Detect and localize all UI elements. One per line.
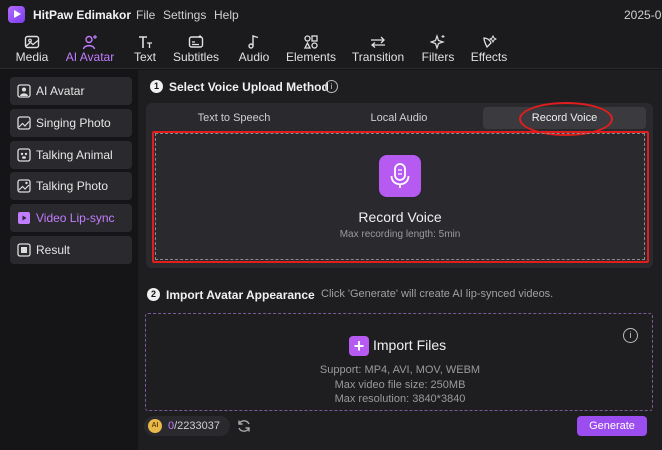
info-icon[interactable]: i (325, 80, 338, 93)
tool-ai-avatar-label: AI Avatar (65, 50, 115, 64)
info-icon[interactable]: i (623, 328, 638, 343)
generate-button[interactable]: Generate (577, 416, 647, 436)
tool-effects[interactable]: Effects (468, 30, 510, 68)
date-display: 2025-0 (624, 8, 662, 22)
plus-icon[interactable]: + (349, 336, 369, 356)
tool-elements[interactable]: Elements (284, 30, 338, 68)
microphone-button[interactable] (379, 155, 421, 197)
sidebar-item-talking-photo[interactable]: Talking Photo (10, 172, 132, 200)
sidebar-item-label: Talking Photo (36, 179, 109, 193)
import-files-button[interactable]: Import Files (373, 337, 446, 353)
step-1-number: 1 (150, 80, 163, 93)
sidebar-item-talking-animal[interactable]: Talking Animal (10, 141, 132, 169)
record-voice-limit: Max recording length: 5min (339, 229, 461, 240)
tab-local-audio[interactable]: Local Audio (321, 107, 477, 129)
image-icon (24, 34, 40, 50)
sidebar-item-label: AI Avatar (36, 84, 85, 98)
tool-audio[interactable]: Audio (234, 30, 274, 68)
coin-icon: AI (148, 419, 162, 433)
record-voice-title: Record Voice (358, 209, 442, 225)
sidebar-item-label: Talking Animal (36, 148, 113, 162)
tool-subtitles[interactable]: Subtitles (169, 30, 223, 68)
credits-count: 0/2233037 (168, 420, 220, 432)
avatar-icon (17, 84, 31, 98)
tool-text-label: Text (133, 50, 156, 64)
import-spec-resolution: Max resolution: 3840*3840 (334, 393, 466, 405)
tab-text-to-speech[interactable]: Text to Speech (156, 107, 312, 129)
animal-icon (17, 148, 31, 162)
sidebar-item-result[interactable]: Result (10, 236, 132, 264)
photo-icon (17, 116, 31, 130)
shapes-icon (303, 34, 319, 50)
sidebar-item-label: Result (36, 243, 71, 257)
step-2-number: 2 (147, 288, 160, 301)
tool-subtitles-label: Subtitles (172, 50, 220, 64)
subtitles-icon (188, 34, 204, 50)
microphone-icon (390, 163, 410, 188)
tool-transition-label: Transition (351, 50, 405, 64)
app-title: HitPaw Edimakor (33, 8, 132, 22)
tool-media-label: Media (15, 50, 49, 64)
video-icon (17, 211, 31, 225)
person-sparkle-icon (82, 34, 98, 50)
menu-file[interactable]: File (136, 8, 155, 22)
tool-audio-label: Audio (238, 50, 270, 64)
import-spec-formats: Support: MP4, AVI, MOV, WEBM (319, 364, 481, 376)
import-spec-size: Max video file size: 250MB (334, 379, 466, 391)
sparkles-icon (429, 34, 446, 50)
wand-icon (481, 34, 498, 50)
tool-transition[interactable]: Transition (349, 30, 407, 68)
menu-settings[interactable]: Settings (163, 8, 206, 22)
tool-filters[interactable]: Filters (418, 30, 458, 68)
sidebar-item-video-lip-sync[interactable]: Video Lip-sync (10, 204, 132, 232)
tool-effects-label: Effects (470, 50, 508, 64)
credits-total: /2233037 (174, 420, 221, 432)
tool-ai-avatar[interactable]: AI Avatar (60, 30, 120, 68)
music-note-icon (246, 34, 262, 50)
tool-filters-label: Filters (421, 50, 455, 64)
step-1-title: Select Voice Upload Method (169, 80, 329, 94)
generate-hint: Click 'Generate' will create AI lip-sync… (321, 288, 554, 300)
sidebar-item-singing-photo[interactable]: Singing Photo (10, 109, 132, 137)
sidebar-item-label: Singing Photo (36, 116, 111, 130)
app-logo (8, 6, 25, 23)
tool-media[interactable]: Media (10, 30, 54, 68)
tool-elements-label: Elements (285, 50, 337, 64)
tool-text[interactable]: Text (128, 30, 162, 68)
step-2-title: Import Avatar Appearance (166, 288, 315, 302)
refresh-icon[interactable] (236, 418, 252, 434)
sidebar-item-ai-avatar[interactable]: AI Avatar (10, 77, 132, 105)
folder-icon (17, 243, 31, 257)
menu-help[interactable]: Help (214, 8, 239, 22)
text-icon (137, 34, 153, 50)
arrows-icon (370, 34, 386, 50)
sidebar-item-label: Video Lip-sync (36, 211, 115, 225)
photo-talk-icon (17, 179, 31, 193)
